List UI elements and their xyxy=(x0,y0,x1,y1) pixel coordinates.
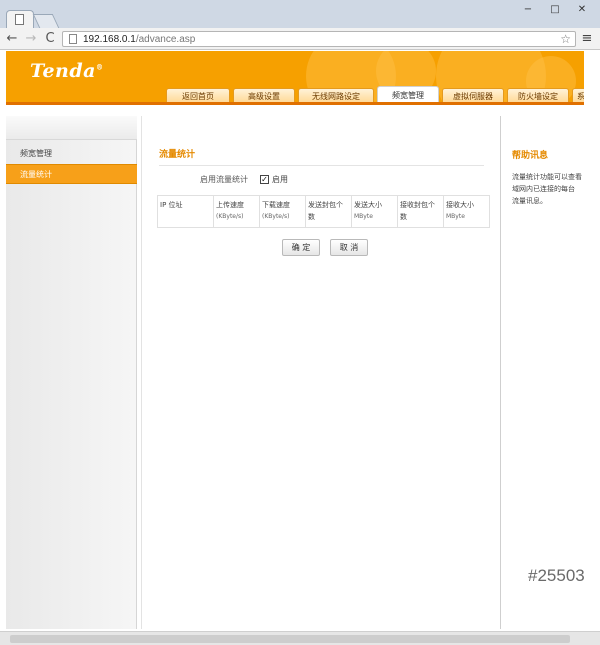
enable-checkbox[interactable]: ✓ xyxy=(260,174,269,184)
reload-icon[interactable]: C xyxy=(43,31,57,47)
router-admin-page: Tenda® 返回首页高级设置无线网路设定频宽管理虚拟伺服器防火墙设定系 频宽管… xyxy=(0,51,600,645)
page-icon xyxy=(69,34,77,44)
tenda-logo: Tenda® xyxy=(30,60,104,82)
section-title: 流量统计 xyxy=(159,147,484,166)
watermark: #25503 xyxy=(528,566,585,585)
help-title: 帮助讯息 xyxy=(512,151,549,161)
table-header-label: IP 位址 xyxy=(160,201,183,209)
help-text: 流量统计功能可以查看 域网内已连接的每台 流量讯息。 xyxy=(512,171,584,207)
sidebar-title: 频宽管理 xyxy=(20,149,52,158)
table-header-label: 接收大小 xyxy=(446,201,474,209)
enable-traffic-stats-row: 启用流量统计 ✓ 启用 xyxy=(200,173,288,185)
help-line: 流量统计功能可以查看 xyxy=(512,173,582,181)
table-header-cell: 发送封包个数 xyxy=(305,195,352,228)
traffic-stats-table: IP 位址 上传速度 (KByte/s) 下载速度 (KByte/s) 发送封包个数 发送大… xyxy=(157,195,490,228)
table-header-unit: (KByte/s) xyxy=(216,213,244,220)
maximize-icon[interactable]: □ xyxy=(547,4,563,16)
table-header-cell: 下载速度 (KByte/s) xyxy=(259,195,306,228)
back-icon[interactable]: ← xyxy=(5,31,19,47)
header-banner: Tenda® 返回首页高级设置无线网路设定频宽管理虚拟伺服器防火墙设定系 xyxy=(6,51,584,105)
help-line: 域网内已连接的每台 xyxy=(512,185,575,193)
help-panel: 帮助讯息 流量统计功能可以查看 域网内已连接的每台 流量讯息。 xyxy=(502,116,584,629)
table-header-label: 发送大小 xyxy=(354,201,382,209)
table-header-label: 发送封包个数 xyxy=(308,201,343,221)
cancel-button[interactable]: 取 消 xyxy=(330,239,368,256)
main-nav: 返回首页高级设置无线网路设定频宽管理虚拟伺服器防火墙设定系 xyxy=(166,86,584,102)
table-header-cell: 上传速度 (KByte/s) xyxy=(213,195,260,228)
browser-menu-icon[interactable]: ≡ xyxy=(581,31,593,47)
scrollbar-thumb[interactable] xyxy=(10,635,570,643)
table-header-cell: 接收大小 MByte xyxy=(443,195,490,228)
new-tab-button[interactable] xyxy=(32,14,60,28)
table-header-cell: 接收封包个数 xyxy=(397,195,444,228)
nav-tab[interactable]: 防火墙设定 xyxy=(507,88,569,102)
ok-button[interactable]: 确 定 xyxy=(282,239,320,256)
url-host: 192.168.0.1 xyxy=(83,34,136,45)
table-header-label: 下载速度 xyxy=(262,201,290,209)
close-icon[interactable]: ✕ xyxy=(574,4,590,16)
nav-tab[interactable]: 无线网路设定 xyxy=(298,88,374,102)
table-header-cell: 发送大小 MByte xyxy=(351,195,398,228)
table-header-label: 上传速度 xyxy=(216,201,244,209)
nav-tab[interactable]: 系 xyxy=(572,88,584,102)
table-header-row: IP 位址 上传速度 (KByte/s) 下载速度 (KByte/s) 发送封包个数 发送大… xyxy=(157,195,490,228)
sidebar: 频宽管理 流量统计 xyxy=(6,116,137,629)
address-bar[interactable]: 192.168.0.1/advance.asp ☆ xyxy=(62,31,576,47)
help-line: 流量讯息。 xyxy=(512,197,547,205)
url-text[interactable]: 192.168.0.1/advance.asp xyxy=(83,33,195,46)
horizontal-scrollbar[interactable] xyxy=(0,631,600,645)
browser-toolbar: ← → C 192.168.0.1/advance.asp ☆ ≡ xyxy=(0,28,600,50)
minimize-icon[interactable]: − xyxy=(520,4,536,16)
nav-tab[interactable]: 返回首页 xyxy=(166,88,230,102)
table-header-unit: MByte xyxy=(446,213,465,220)
table-header-cell: IP 位址 xyxy=(157,195,214,228)
nav-tab[interactable]: 频宽管理 xyxy=(377,86,439,102)
bookmark-star-icon[interactable]: ☆ xyxy=(560,32,571,46)
page-icon xyxy=(15,14,24,25)
sidebar-header xyxy=(6,116,137,140)
sidebar-item-traffic-stats[interactable]: 流量统计 xyxy=(6,164,137,184)
enable-checkbox-label: 启用 xyxy=(272,174,288,184)
table-header-unit: (KByte/s) xyxy=(262,213,290,220)
table-header-label: 接收封包个数 xyxy=(400,201,435,221)
main-panel: 流量统计 启用流量统计 ✓ 启用 IP 位址 上传速度 (KByte/s) 下载速度 (… xyxy=(141,116,501,629)
nav-tab[interactable]: 高级设置 xyxy=(233,88,295,102)
enable-traffic-stats-label: 启用流量统计 xyxy=(200,174,248,184)
forward-icon[interactable]: → xyxy=(24,31,38,47)
nav-tab[interactable]: 虚拟伺服器 xyxy=(442,88,504,102)
url-path: /advance.asp xyxy=(135,34,196,45)
browser-titlebar: − □ ✕ xyxy=(0,0,600,28)
browser-tab[interactable] xyxy=(6,10,34,28)
table-header-unit: MByte xyxy=(354,213,373,220)
